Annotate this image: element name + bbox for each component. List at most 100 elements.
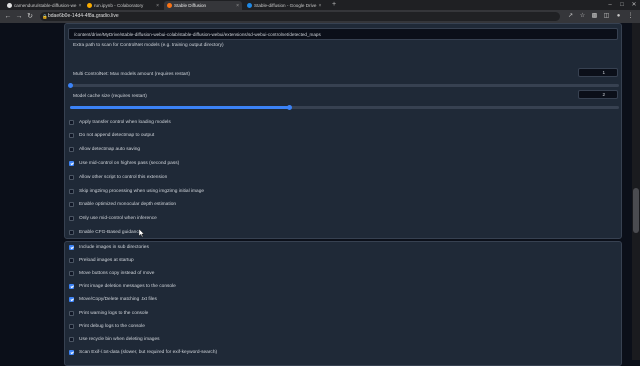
image-browser-checkbox-label: Scan Exif-/.txt-data (slower, but requir… — [79, 350, 218, 356]
controlnet-checkbox[interactable] — [69, 133, 74, 139]
controlnet-checkbox-label: Allow detectmap auto saving — [79, 147, 141, 153]
tab-close-icon[interactable]: × — [318, 3, 321, 9]
multi-controlnet-slider[interactable] — [67, 83, 619, 88]
tab-close-icon[interactable]: × — [78, 3, 81, 9]
controlnet-checkbox[interactable] — [69, 202, 74, 208]
controlnet-checkbox-label: Skip img2img processing when using img2i… — [79, 188, 205, 194]
controlnet-checkbox-row[interactable]: Apply transfer control when loading mode… — [69, 118, 171, 126]
star-icon[interactable]: ☆ — [578, 12, 587, 21]
controlnet-checkbox-label: Enable optimized monocular depth estimat… — [79, 202, 177, 208]
image-browser-checkbox-label: Print image deletion messages to the con… — [79, 284, 176, 290]
scrollbar-thumb[interactable] — [633, 188, 639, 233]
controlnet-checkbox-label: Use mid-control on highres pass (second … — [79, 160, 180, 166]
model-cache-slider-fill — [70, 106, 290, 109]
controlnet-checkbox-row[interactable]: Skip img2img processing when using img2i… — [69, 187, 204, 195]
browser-tab-bar: camenduru/stable-diffusion-we × run.ipynb … — [0, 0, 640, 10]
controlnet-checkbox-row[interactable]: Allow detectmap auto saving — [69, 146, 140, 154]
controlnet-checkbox-label: Apply transfer control when loading mode… — [79, 119, 171, 125]
image-browser-checkbox-row[interactable]: Print image deletion messages to the con… — [69, 283, 176, 291]
extra-path-label: Extra path to scan for ControlNet models… — [73, 43, 224, 48]
multi-controlnet-slider-knob[interactable] — [67, 83, 73, 88]
image-browser-checkbox-label: Include images in sub directories — [79, 244, 149, 250]
maximize-icon[interactable]: □ — [616, 0, 628, 10]
image-browser-checkbox[interactable] — [69, 297, 74, 303]
image-browser-checkbox[interactable] — [69, 310, 74, 316]
minimize-icon[interactable]: – — [604, 0, 616, 10]
controlnet-checkbox-row[interactable]: Only use mid-control when inference — [69, 215, 157, 223]
tab-close-icon[interactable]: × — [236, 3, 239, 9]
controlnet-checkbox[interactable] — [69, 119, 74, 125]
controlnet-checkbox-row[interactable]: Use mid-control on highres pass (second … — [69, 159, 179, 167]
sidepanel-icon[interactable]: ◫ — [602, 12, 611, 21]
image-browser-checkbox[interactable] — [69, 350, 74, 356]
image-browser-checkbox[interactable] — [69, 244, 74, 250]
image-browser-checkbox-row[interactable]: Scan Exif-/.txt-data (slower, but requir… — [69, 349, 217, 357]
browser-tab[interactable]: Stable-diffusion - Google Drive × — [244, 1, 322, 10]
image-browser-checkbox-label: Preload images at startup — [79, 257, 134, 263]
new-tab-button[interactable]: + — [332, 1, 336, 9]
image-browser-checkbox-label: Use recycle bin when deleting images — [79, 336, 160, 342]
controlnet-checkbox-row[interactable]: Allow other script to control this exten… — [69, 173, 167, 181]
controlnet-checkbox[interactable] — [69, 147, 74, 153]
image-browser-checkbox-row[interactable]: Include images in sub directories — [69, 243, 149, 251]
profile-icon[interactable]: ● — [614, 12, 623, 21]
image-browser-checkbox-label: Move buttons copy instead of move — [79, 270, 155, 276]
image-browser-checkbox[interactable] — [69, 284, 74, 290]
share-icon[interactable]: ↗ — [566, 12, 575, 21]
controlnet-checkbox-label: Enable CFG-Based guidance — [79, 229, 142, 235]
image-browser-checkbox-row[interactable]: Move buttons copy instead of move — [69, 269, 154, 277]
detected-maps-path-input[interactable]: /content/drive/MyDrive/stable-diffusion-… — [68, 28, 618, 40]
image-browser-checkbox-row[interactable]: Preload images at startup — [69, 256, 134, 264]
model-cache-label: Model cache size (requires restart) — [73, 94, 147, 99]
browser-tab[interactable]: Stable Diffusion × — [164, 1, 242, 10]
mouse-cursor-icon — [139, 229, 145, 237]
image-browser-checkbox[interactable] — [69, 323, 74, 329]
controlnet-checkbox[interactable] — [69, 188, 74, 194]
arrow-right-icon[interactable]: → — [14, 11, 24, 22]
browser-tab[interactable]: run.ipynb - Colaboratory × — [84, 1, 162, 10]
controlnet-checkbox-row[interactable]: Enable optimized monocular depth estimat… — [69, 201, 176, 209]
close-window-icon[interactable]: ✕ — [628, 0, 640, 10]
image-browser-checkbox[interactable] — [69, 257, 74, 263]
multi-controlnet-label: Multi ControlNet: Max models amount (req… — [73, 72, 191, 77]
image-browser-checkbox-row[interactable]: Use recycle bin when deleting images — [69, 335, 160, 343]
tab-favicon-icon — [247, 3, 252, 8]
controlnet-checkbox-label: Do not append detectmap to output — [79, 133, 155, 139]
image-browser-checkbox[interactable] — [69, 336, 74, 342]
controlnet-checkbox-row[interactable]: Enable CFG-Based guidance — [69, 228, 141, 236]
address-bar-row: ← → ↻ 🔒 bdae6b0e-14d4-4f8a.gradio.live ↗… — [0, 10, 640, 23]
controlnet-checkbox[interactable] — [69, 229, 74, 235]
image-browser-checkbox-row[interactable]: Print debug logs to the console — [69, 322, 145, 330]
extension-icon[interactable]: ▩ — [590, 12, 599, 21]
tab-favicon-icon — [87, 3, 92, 8]
image-browser-checkbox-label: Print warning logs to the console — [79, 310, 149, 316]
tab-close-icon[interactable]: × — [156, 3, 159, 9]
arrow-left-icon[interactable]: ← — [3, 11, 13, 22]
model-cache-number[interactable]: 2 — [578, 90, 618, 99]
url-text: bdae6b0e-14d4-4f8a.gradio.live — [48, 13, 119, 19]
lock-icon: 🔒 — [42, 14, 48, 19]
image-browser-checkbox-row[interactable]: Print warning logs to the console — [69, 309, 148, 317]
image-browser-checkbox[interactable] — [69, 270, 74, 276]
tab-label: run.ipynb - Colaboratory — [94, 3, 144, 8]
multi-controlnet-number[interactable]: 1 — [578, 68, 618, 77]
browser-tab[interactable]: camenduru/stable-diffusion-we × — [4, 1, 82, 10]
image-browser-checkbox-row[interactable]: Move/Copy/Delete matching .txt files — [69, 296, 157, 304]
tab-favicon-icon — [7, 3, 12, 8]
menu-icon[interactable]: ⋮ — [626, 12, 635, 21]
controlnet-checkbox[interactable] — [69, 160, 74, 166]
image-browser-checkbox-label: Move/Copy/Delete matching .txt files — [79, 297, 157, 303]
controlnet-checkbox-label: Only use mid-control when inference — [79, 216, 157, 222]
tab-label: camenduru/stable-diffusion-we — [14, 3, 77, 8]
controlnet-checkbox[interactable] — [69, 174, 74, 180]
controlnet-checkbox[interactable] — [69, 216, 74, 222]
controlnet-checkbox-label: Allow other script to control this exten… — [79, 174, 168, 180]
tab-favicon-icon — [167, 3, 172, 8]
page-scrollbar[interactable] — [632, 23, 640, 360]
model-cache-slider[interactable] — [70, 105, 619, 110]
controlnet-checkbox-row[interactable]: Do not append detectmap to output — [69, 132, 154, 140]
url-input[interactable]: 🔒 bdae6b0e-14d4-4f8a.gradio.live — [40, 12, 560, 21]
tab-label: Stable-diffusion - Google Drive — [254, 3, 317, 8]
reload-icon[interactable]: ↻ — [25, 11, 35, 22]
tab-label: Stable Diffusion — [174, 3, 207, 8]
